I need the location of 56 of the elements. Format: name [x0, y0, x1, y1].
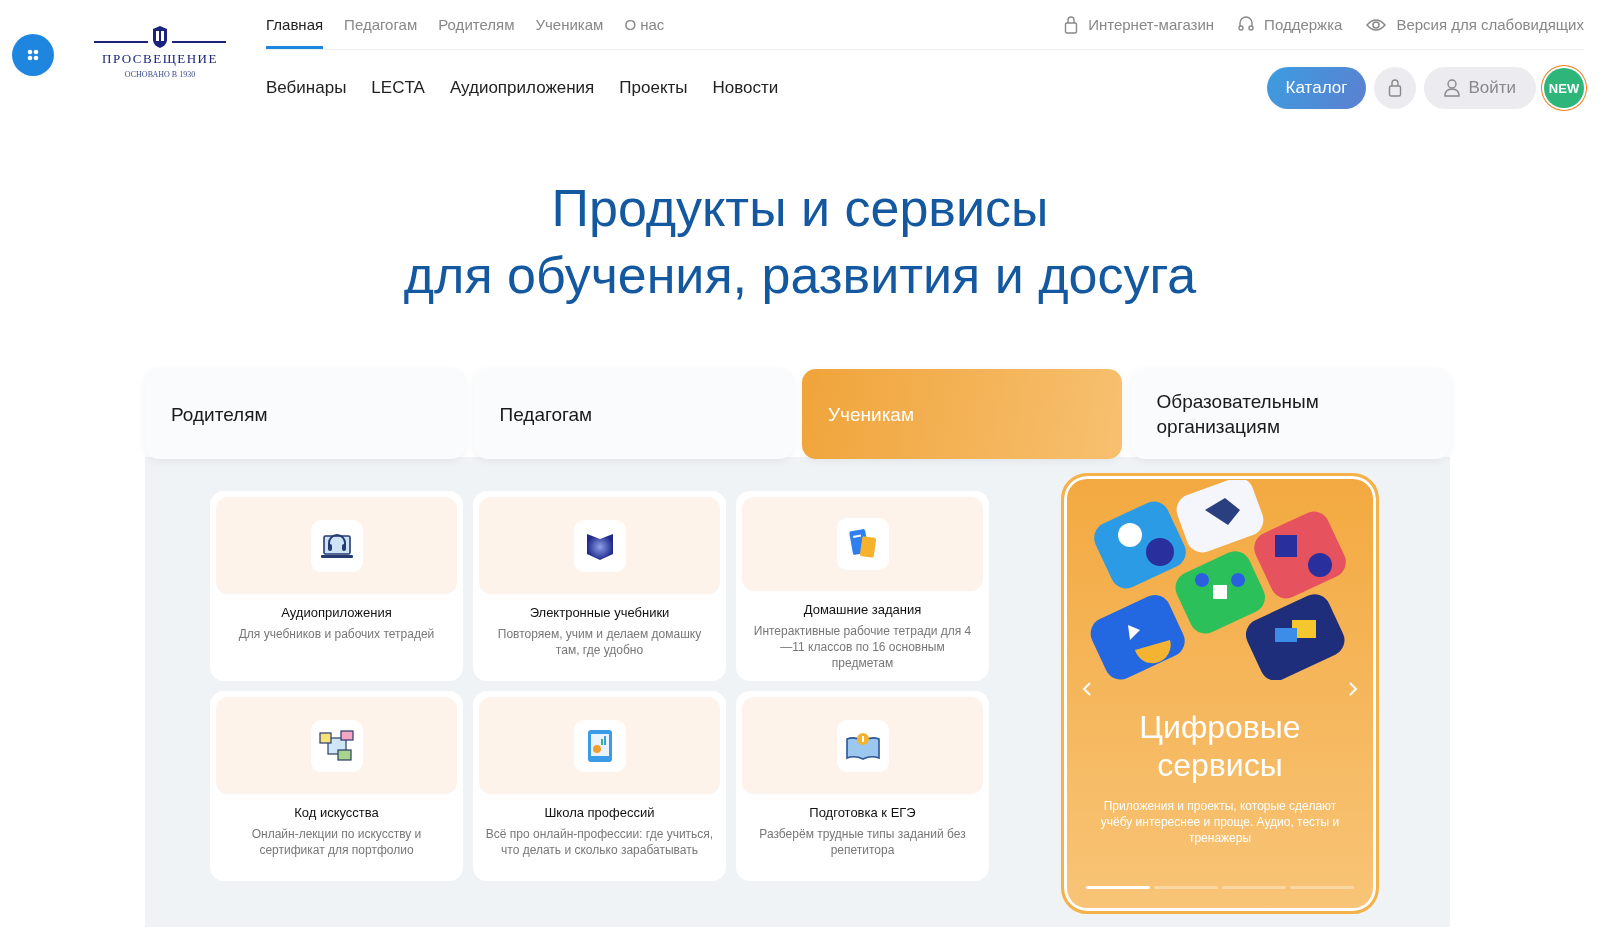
service-description: Разберём трудные типы заданий без репетитора: [758, 826, 967, 858]
nav-tab[interactable]: О нас: [624, 0, 665, 49]
audience-tab[interactable]: Образовательным организациям: [1130, 369, 1450, 459]
user-icon: [1444, 79, 1461, 97]
apps-menu-button[interactable]: [12, 34, 54, 76]
nav-tab[interactable]: Главная: [266, 0, 324, 49]
service-description: Всё про онлайн-профессии: где учиться, что делать и сколько зарабатывать: [484, 826, 715, 858]
service-description: Для учебников и рабочих тетрадей: [237, 626, 436, 642]
eye-icon: [1366, 17, 1387, 32]
headset-icon: [1238, 15, 1255, 34]
audience-tab[interactable]: Родителям: [145, 369, 465, 459]
service-title: Электронные учебники: [529, 605, 670, 620]
audience-tab[interactable]: Педагогам: [473, 369, 793, 459]
service-card[interactable]: Школа профессий Всё про онлайн-профессии: где учиться, что делать и сколько зарабатывать: [473, 691, 726, 881]
promo-text: Приложения и проекты, которые сделают учёбу интереснее и проще. Аудио, тесты и тренажеры: [1099, 798, 1341, 846]
chevron-left-icon[interactable]: [1082, 681, 1092, 697]
art-collage-icon: [318, 729, 355, 762]
nav-link[interactable]: Вебинары: [266, 78, 347, 98]
nav-link[interactable]: Новости: [712, 78, 779, 98]
service-card[interactable]: Аудиоприложения Для учебников и рабочих тетрадей: [210, 491, 463, 681]
slide-indicator[interactable]: [1222, 886, 1286, 889]
notebooks-icon: [847, 528, 878, 560]
service-title: Код искусства: [294, 805, 379, 820]
service-description: Онлайн-лекции по искусству и сертификат для портфолио: [250, 826, 423, 858]
service-card[interactable]: Домашние задания Интерактивные рабочие тетради для 4—11 классов по 16 основным предметам: [736, 491, 989, 681]
shield-logo-icon: [152, 26, 168, 48]
service-card[interactable]: Подготовка к ЕГЭ Разберём трудные типы заданий без репетитора: [736, 691, 989, 881]
promo-title: Цифровые сервисы: [1139, 708, 1301, 784]
support-link[interactable]: Поддержка: [1238, 15, 1343, 34]
nav-tab[interactable]: Педагогам: [344, 0, 418, 49]
nav-tab[interactable]: Ученикам: [535, 0, 604, 49]
nav-link[interactable]: Проекты: [619, 78, 688, 98]
nav-link[interactable]: LECTA: [371, 78, 425, 98]
service-title: Домашние задания: [803, 602, 922, 617]
accessibility-link[interactable]: Версия для слабовидящих: [1366, 15, 1584, 34]
nav-tab[interactable]: Родителям: [438, 0, 515, 49]
service-title: Аудиоприложения: [281, 605, 392, 620]
slide-indicator[interactable]: [1290, 886, 1354, 889]
open-book-icon: [844, 730, 881, 761]
service-description: Интерактивные рабочие тетради для 4—11 классов по 16 основным предметам: [752, 623, 973, 671]
hero-heading: Продукты и сервисы для обучения, развития и досуга: [402, 178, 1198, 306]
logo-tagline: ОСНОВАНО В 1930: [124, 70, 196, 79]
service-card[interactable]: Код искусства Онлайн-лекции по искусству и сертификат для портфолио: [210, 691, 463, 881]
grid-dots-icon: [26, 48, 40, 62]
service-title: Подготовка к ЕГЭ: [809, 805, 916, 820]
tablet-chart-icon: [586, 728, 613, 763]
cart-button[interactable]: [1374, 67, 1417, 109]
service-title: Школа профессий: [544, 805, 655, 820]
logo-wordmark[interactable]: ПРОСВЕЩЕНИЕ: [102, 51, 218, 67]
service-card[interactable]: Электронные учебники Повторяем, учим и делаем домашку там, где удобно: [473, 491, 726, 681]
slide-indicator[interactable]: [1154, 886, 1218, 889]
shop-link[interactable]: Интернет-магазин: [1064, 15, 1215, 34]
service-description: Повторяем, учим и делаем домашку там, где удобно: [496, 626, 703, 658]
slide-indicator[interactable]: [1086, 886, 1150, 889]
nav-link[interactable]: Аудиоприложения: [449, 78, 595, 98]
chevron-right-icon[interactable]: [1348, 681, 1358, 697]
